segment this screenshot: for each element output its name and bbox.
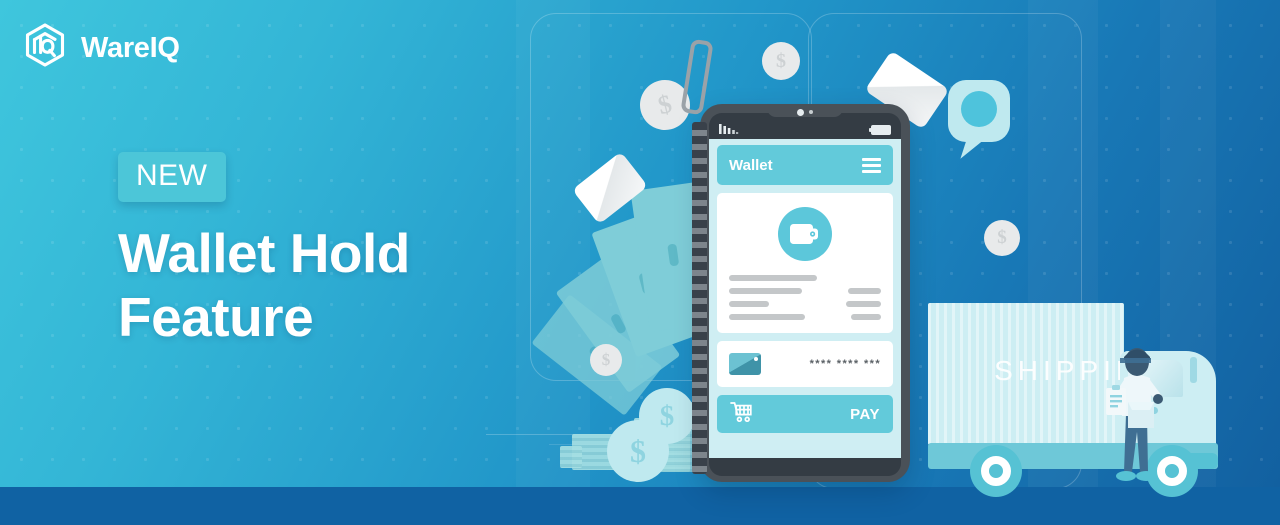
truck-mirror: [1190, 357, 1197, 383]
illustration: $ $ $ $ $ $ Wallet **** **** *** PAY SHI…: [0, 0, 1280, 525]
placeholder-line: [729, 275, 818, 281]
signal-bars-icon: [719, 121, 739, 139]
wallet-app-header: Wallet: [717, 145, 893, 185]
placeholder-row: [729, 288, 881, 294]
battery-icon: [869, 122, 891, 140]
coin-stack-icon: [560, 446, 582, 468]
speech-bubble-icon: [948, 80, 1010, 164]
pay-button[interactable]: PAY: [717, 395, 893, 433]
masked-card-number: **** **** ***: [809, 358, 881, 370]
phone-notch: [767, 104, 843, 117]
placeholder-line: [729, 288, 802, 294]
phone-screen: Wallet **** **** *** PAY: [709, 137, 901, 458]
hamburger-menu-icon[interactable]: [862, 157, 881, 173]
delivery-truck: SHIPPING: [928, 303, 1234, 497]
phone-mockup: Wallet **** **** *** PAY: [680, 38, 910, 482]
shopping-cart-icon: [730, 401, 754, 428]
credit-card-icon: [729, 353, 761, 375]
coin-icon: $: [984, 220, 1020, 256]
zipper-icon: [692, 122, 707, 474]
front-camera-icon: [797, 109, 804, 116]
delivery-person-icon: [1106, 340, 1166, 488]
placeholder-line: [850, 314, 881, 320]
pay-label: PAY: [850, 405, 880, 423]
phone-chin: [709, 458, 901, 476]
wallet-app-title: Wallet: [729, 156, 773, 174]
front-camera-icon: [809, 110, 813, 114]
wheel-icon: [970, 445, 1022, 497]
placeholder-row: [729, 314, 881, 320]
coin-icon: $: [590, 344, 622, 376]
coin-icon: $: [607, 420, 669, 482]
placeholder-line: [729, 314, 805, 320]
wallet-summary-card: [717, 193, 893, 333]
promo-banner: WareIQ NEW Wallet Hold Feature $ $ $ $ $…: [0, 0, 1280, 525]
zipper-pull-icon: [680, 38, 714, 116]
placeholder-line: [846, 301, 881, 307]
placeholder-line: [729, 301, 769, 307]
coin-icon: $: [762, 42, 800, 80]
placeholder-row: [729, 301, 881, 307]
payment-method-row[interactable]: **** **** ***: [717, 341, 893, 387]
placeholder-line: [847, 288, 881, 294]
wallet-icon: [778, 207, 832, 261]
